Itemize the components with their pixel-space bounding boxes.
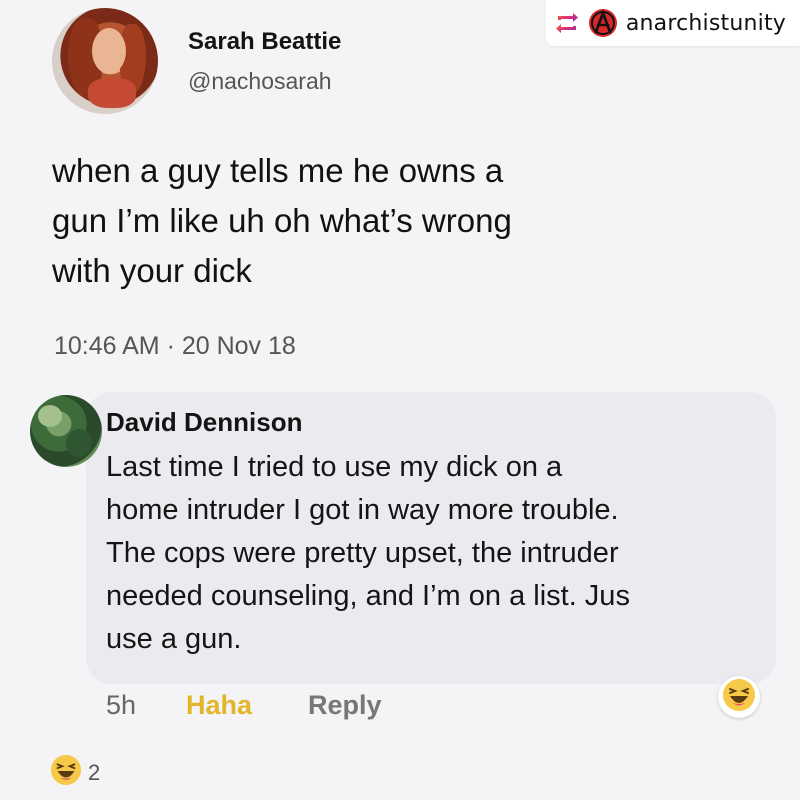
tweet-author-name[interactable]: Sarah Beattie — [188, 28, 341, 56]
laughing-emoji-icon — [50, 754, 82, 791]
tweet-text: when a guy tells me he owns a gun I’m li… — [52, 152, 512, 289]
anarchy-icon — [588, 8, 618, 38]
repost-badge[interactable]: anarchistunity — [545, 0, 800, 46]
reaction-summary[interactable]: 2 — [50, 754, 100, 791]
laughing-emoji-icon — [722, 678, 756, 717]
screenshot-page: anarchistunity Sarah Beattie @nachosarah… — [0, 0, 800, 800]
comment-text: Last time I tried to use my dick on a ho… — [106, 451, 630, 655]
tweet-author-handle[interactable]: @nachosarah — [188, 68, 332, 95]
haha-reaction-button[interactable]: Haha — [186, 690, 308, 721]
comment-reaction-badge[interactable] — [718, 676, 760, 718]
commenter-avatar[interactable] — [30, 395, 102, 467]
repost-handle[interactable]: anarchistunity — [626, 11, 786, 36]
comment-time: 5h — [106, 690, 137, 720]
reaction-count: 2 — [88, 759, 101, 785]
tweet-timestamp: 10:46 AM · 20 Nov 18 — [54, 332, 296, 360]
reply-button[interactable]: Reply — [308, 690, 382, 721]
comment-actions: 5h Haha Reply — [106, 690, 382, 721]
commenter-name[interactable]: David Dennison — [106, 407, 302, 438]
repost-icon — [554, 10, 580, 36]
avatar[interactable] — [52, 8, 158, 114]
